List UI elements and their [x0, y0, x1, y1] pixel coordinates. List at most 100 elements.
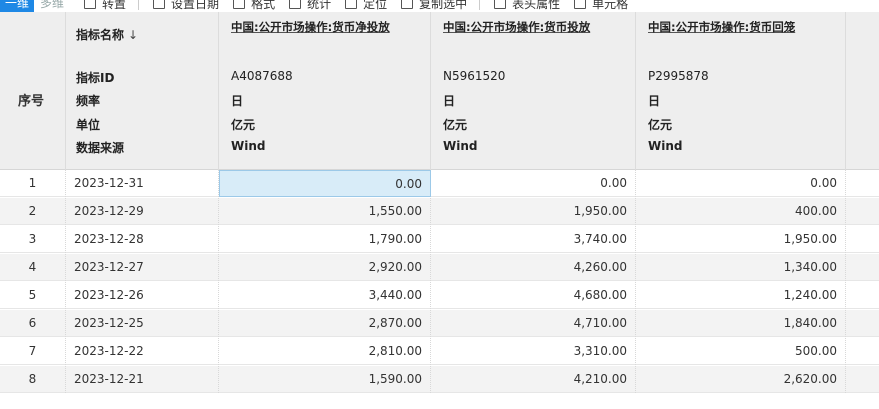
stats-icon	[289, 0, 302, 9]
column-name[interactable]: 中国:公开市场操作:货币投放	[443, 20, 623, 35]
header-props-icon	[494, 0, 507, 9]
row-date-cell[interactable]: 2023-12-28	[66, 226, 219, 253]
sort-down-icon[interactable]: ↓	[128, 28, 138, 42]
row-index-cell: 8	[0, 366, 66, 393]
net-injection-cell[interactable]: 2,870.00	[219, 310, 431, 337]
meta-label-unit: 单位	[76, 118, 101, 132]
toolbar-divider	[479, 0, 481, 10]
withdrawal-cell[interactable]: 0.00	[636, 170, 846, 197]
withdrawal-cell[interactable]: 400.00	[636, 198, 846, 225]
one-dim-toggle[interactable]: 一维	[0, 0, 35, 12]
stats-button[interactable]: 统计	[289, 0, 331, 12]
locate-label: 定位	[363, 0, 388, 11]
column-unit: 亿元	[648, 118, 673, 132]
data-grid: 序号 指标名称 ↓ 指标ID 频率 单位 数据来源 中国:公开市场操作:货币净投放…	[0, 12, 879, 409]
table-row[interactable]: 6 2023-12-25 2,870.00 4,710.00 1,840.00	[0, 310, 879, 337]
copy-icon	[401, 0, 414, 9]
grid-header: 序号 指标名称 ↓ 指标ID 频率 单位 数据来源 中国:公开市场操作:货币净投放…	[0, 12, 879, 170]
column-source: Wind	[231, 139, 266, 153]
net-injection-cell[interactable]: 2,810.00	[219, 338, 431, 365]
index-header: 序号	[0, 12, 66, 170]
column-name[interactable]: 中国:公开市场操作:货币净投放	[231, 20, 411, 35]
index-label: 序号	[18, 94, 45, 109]
cell-icon	[574, 0, 587, 9]
injection-cell[interactable]: 4,260.00	[431, 254, 636, 281]
row-date-cell[interactable]: 2023-12-31	[66, 170, 219, 197]
cell-label: 单元格	[592, 0, 629, 11]
injection-cell[interactable]: 3,310.00	[431, 338, 636, 365]
set-date-label: 设置日期	[171, 0, 220, 11]
column-id: N5961520	[443, 69, 506, 83]
withdrawal-cell[interactable]: 500.00	[636, 338, 846, 365]
list-format-icon	[233, 0, 246, 9]
copy-selected-button[interactable]: 复制选中	[401, 0, 467, 12]
column-id: P2995878	[648, 69, 709, 83]
table-row[interactable]: 8 2023-12-21 1,590.00 4,210.00 2,620.00	[0, 366, 879, 393]
row-date-cell[interactable]: 2023-12-21	[66, 366, 219, 393]
column-freq: 日	[443, 94, 456, 108]
row-date-cell[interactable]: 2023-12-27	[66, 254, 219, 281]
meta-label-source: 数据来源	[76, 141, 125, 155]
withdrawal-cell[interactable]: 1,340.00	[636, 254, 846, 281]
locate-button[interactable]: 定位	[345, 0, 387, 12]
transpose-icon	[84, 0, 97, 9]
injection-cell[interactable]: 3,740.00	[431, 226, 636, 253]
column-id: A4087688	[231, 69, 293, 83]
injection-cell[interactable]: 4,710.00	[431, 310, 636, 337]
meta-header: 指标名称 ↓ 指标ID 频率 单位 数据来源	[66, 12, 219, 170]
header-props-button[interactable]: 表头属性	[494, 0, 560, 12]
column-source: Wind	[443, 139, 478, 153]
calendar-icon	[153, 0, 166, 9]
table-row[interactable]: 1 2023-12-31 0.00 0.00 0.00	[0, 170, 879, 197]
meta-label-id: 指标ID	[76, 71, 115, 85]
net-injection-cell[interactable]: 3,440.00	[219, 282, 431, 309]
format-button[interactable]: 格式	[233, 0, 275, 12]
column-unit: 亿元	[443, 118, 468, 132]
withdrawal-cell[interactable]: 1,840.00	[636, 310, 846, 337]
table-row[interactable]: 7 2023-12-22 2,810.00 3,310.00 500.00	[0, 338, 879, 365]
row-date-cell[interactable]: 2023-12-25	[66, 310, 219, 337]
injection-cell[interactable]: 0.00	[431, 170, 636, 197]
row-index-cell: 3	[0, 226, 66, 253]
copy-selected-label: 复制选中	[419, 0, 468, 11]
multi-dim-toggle[interactable]: 多维	[34, 0, 70, 12]
column-freq: 日	[648, 94, 661, 108]
row-date-cell[interactable]: 2023-12-29	[66, 198, 219, 225]
locate-icon	[345, 0, 358, 9]
column-header-withdrawal[interactable]: 中国:公开市场操作:货币回笼 P2995878 日 亿元 Wind	[636, 12, 846, 170]
header-props-label: 表头属性	[512, 0, 561, 11]
toolbar: 一维 多维 转置 设置日期 格式 统计 定位 复制选中 表头属性 单元格	[0, 0, 879, 12]
net-injection-cell[interactable]: 0.00	[219, 170, 431, 197]
net-injection-cell[interactable]: 1,550.00	[219, 198, 431, 225]
row-index-cell: 2	[0, 198, 66, 225]
format-label: 格式	[251, 0, 276, 11]
table-row[interactable]: 4 2023-12-27 2,920.00 4,260.00 1,340.00	[0, 254, 879, 281]
injection-cell[interactable]: 4,210.00	[431, 366, 636, 393]
net-injection-cell[interactable]: 1,590.00	[219, 366, 431, 393]
table-row[interactable]: 2 2023-12-29 1,550.00 1,950.00 400.00	[0, 198, 879, 225]
net-injection-cell[interactable]: 1,790.00	[219, 226, 431, 253]
row-date-cell[interactable]: 2023-12-26	[66, 282, 219, 309]
withdrawal-cell[interactable]: 1,950.00	[636, 226, 846, 253]
column-unit: 亿元	[231, 118, 256, 132]
transpose-button[interactable]: 转置	[84, 0, 126, 12]
toolbar-divider	[138, 0, 140, 10]
withdrawal-cell[interactable]: 1,240.00	[636, 282, 846, 309]
injection-cell[interactable]: 1,950.00	[431, 198, 636, 225]
table-row[interactable]: 5 2023-12-26 3,440.00 4,680.00 1,240.00	[0, 282, 879, 309]
table-row[interactable]: 3 2023-12-28 1,790.00 3,740.00 1,950.00	[0, 226, 879, 253]
row-index-cell: 6	[0, 310, 66, 337]
set-date-button[interactable]: 设置日期	[153, 0, 219, 12]
column-name[interactable]: 中国:公开市场操作:货币回笼	[648, 20, 828, 35]
injection-cell[interactable]: 4,680.00	[431, 282, 636, 309]
column-header-injection[interactable]: 中国:公开市场操作:货币投放 N5961520 日 亿元 Wind	[431, 12, 636, 170]
row-index-cell: 4	[0, 254, 66, 281]
withdrawal-cell[interactable]: 2,620.00	[636, 366, 846, 393]
column-header-net-injection[interactable]: 中国:公开市场操作:货币净投放 A4087688 日 亿元 Wind	[219, 12, 431, 170]
row-date-cell[interactable]: 2023-12-22	[66, 338, 219, 365]
meta-label-name[interactable]: 指标名称 ↓	[76, 26, 138, 43]
net-injection-cell[interactable]: 2,920.00	[219, 254, 431, 281]
row-index-cell: 5	[0, 282, 66, 309]
stats-label: 统计	[307, 0, 332, 11]
cell-button[interactable]: 单元格	[574, 0, 628, 12]
